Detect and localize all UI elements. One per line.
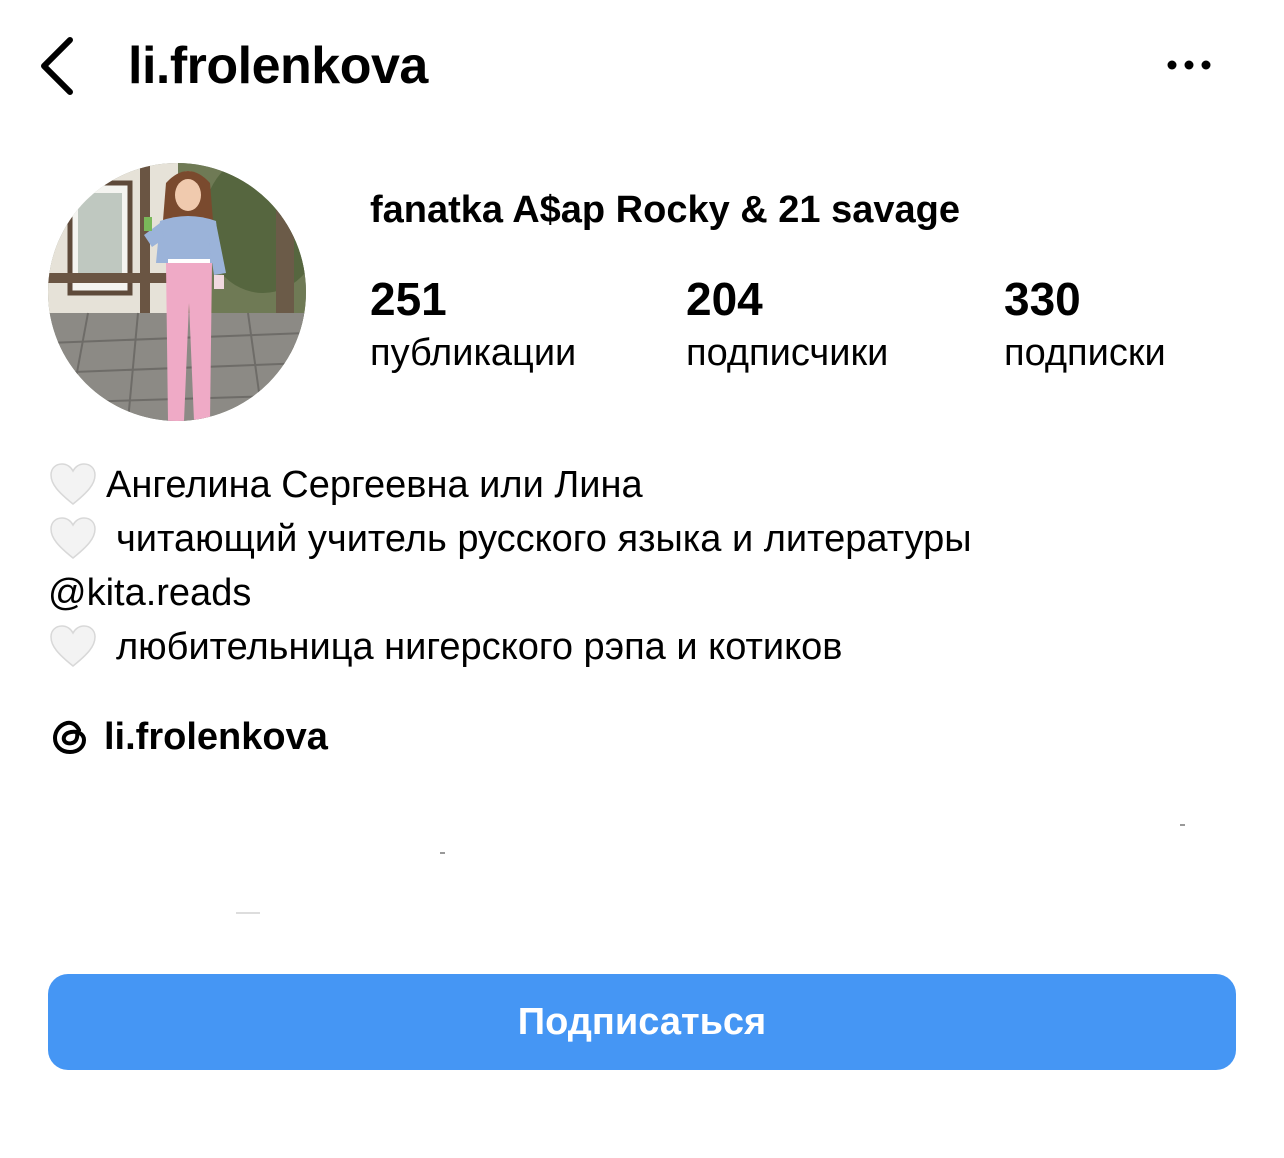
bio-line: читающий учитель русского языка и литера… (48, 512, 1248, 566)
more-dots-icon (1167, 60, 1211, 70)
bio-line: Ангелина Сергеевна или Лина (48, 458, 1248, 512)
back-button[interactable] (30, 30, 90, 100)
speck (1180, 824, 1185, 826)
white-heart-icon (48, 516, 98, 562)
avatar[interactable] (48, 163, 306, 421)
bio-interests: любительница нигерского рэпа и котиков (116, 626, 843, 668)
speck (236, 912, 260, 914)
stat-followers[interactable]: 204 подписчики (686, 270, 888, 378)
threads-link[interactable]: li.frolenkova (48, 710, 328, 764)
bio-occupation: читающий учитель русского языка и литера… (116, 518, 972, 560)
posts-label: публикации (370, 332, 577, 374)
following-label: подписки (1004, 332, 1166, 374)
stat-posts[interactable]: 251 публикации (370, 270, 576, 378)
bio-line: любительница нигерского рэпа и котиков (48, 620, 1248, 674)
more-options-button[interactable] (1158, 45, 1220, 85)
threads-icon (52, 720, 87, 755)
followers-label: подписчики (686, 332, 889, 374)
mention-link[interactable]: @kita.reads (48, 566, 251, 620)
chevron-left-icon (41, 37, 73, 95)
bio-name: Ангелина Сергеевна или Лина (106, 464, 643, 506)
threads-handle: li.frolenkova (104, 716, 328, 758)
speck (440, 852, 445, 854)
white-heart-icon (48, 624, 98, 670)
page-title: li.frolenkova (128, 37, 428, 95)
display-name: fanatka A$ap Rocky & 21 savage (370, 189, 961, 231)
bio-line: @kita.reads (48, 566, 1248, 620)
bio: Ангелина Сергеевна или Лина читающий учи… (48, 458, 1248, 674)
follow-button[interactable]: Подписаться (48, 974, 1236, 1070)
followers-count: 204 (686, 273, 763, 325)
profile-photo (48, 163, 306, 421)
white-heart-icon (48, 462, 98, 508)
following-count: 330 (1004, 273, 1081, 325)
stat-following[interactable]: 330 подписки (1004, 270, 1166, 378)
posts-count: 251 (370, 273, 447, 325)
